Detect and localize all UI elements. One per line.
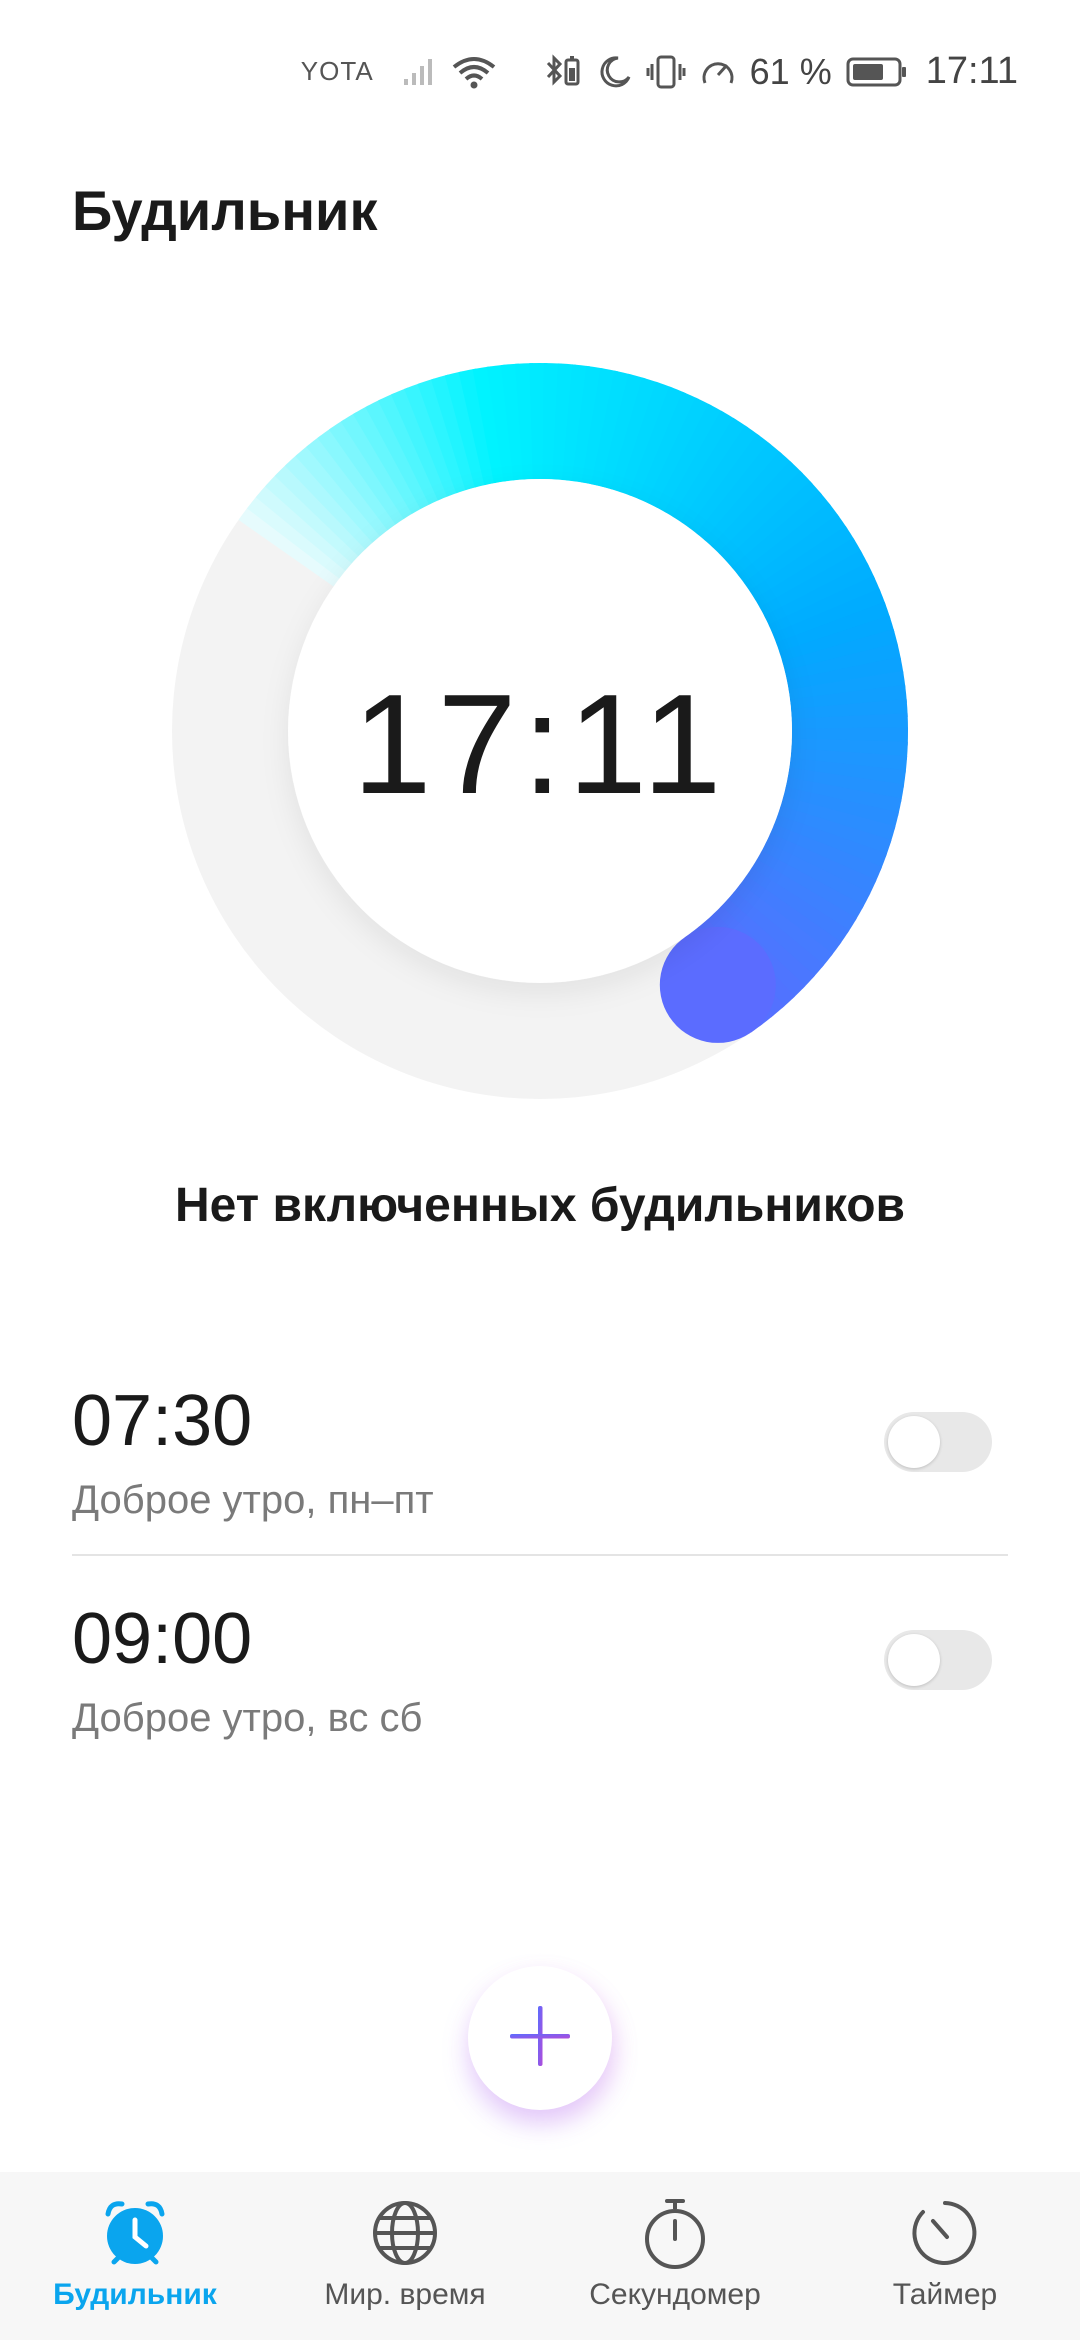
tab-label: Секундомер — [589, 2278, 761, 2311]
alarm-label: Доброе утро, пн–пт — [72, 1478, 434, 1522]
bottom-navigation: Будильник Мир. время Секундомер Таймер — [0, 2172, 1080, 2340]
toggle-knob — [888, 1634, 940, 1686]
tab-world-clock[interactable]: Мир. время — [270, 2172, 540, 2340]
vibrate-icon — [646, 54, 686, 90]
alarm-toggle[interactable] — [884, 1630, 992, 1690]
carrier-name: YOTA — [300, 56, 374, 86]
tab-timer[interactable]: Таймер — [810, 2172, 1080, 2340]
timer-icon — [911, 2196, 979, 2270]
tab-label: Будильник — [53, 2278, 217, 2311]
alarm-item[interactable]: 09:00 Доброе утро, вс сб — [72, 1554, 1008, 1752]
dial-time: 17:11 — [352, 665, 728, 824]
add-alarm-button[interactable] — [468, 1966, 612, 2110]
tab-alarm[interactable]: Будильник — [0, 2172, 270, 2340]
plus-icon — [508, 2004, 572, 2073]
toggle-knob — [888, 1416, 940, 1468]
tab-label: Мир. время — [324, 2278, 486, 2311]
battery-percent: 61 % — [749, 50, 832, 92]
signal-icon — [402, 57, 438, 87]
globe-icon — [371, 2196, 439, 2270]
clock-app-screen: YOTA 61 % 17:11 Будильник 17:11 Нет вклю… — [0, 0, 1080, 2340]
alarm-time: 07:30 — [72, 1381, 253, 1461]
do-not-disturb-icon — [598, 55, 632, 89]
status-bar: YOTA 61 % 17:11 — [301, 50, 1018, 93]
empty-state-message: Нет включенных будильников — [174, 1179, 906, 1232]
alarm-item[interactable]: 07:30 Доброе утро, пн–пт — [72, 1360, 1008, 1554]
alarm-clock-icon — [100, 2196, 170, 2270]
data-saver-icon — [700, 55, 736, 89]
stopwatch-icon — [641, 2196, 709, 2270]
page-title: Будильник — [72, 179, 378, 242]
alarm-label: Доброе утро, вс сб — [72, 1696, 423, 1740]
wifi-icon — [452, 55, 496, 89]
bluetooth-battery-icon — [544, 53, 584, 90]
status-time: 17:11 — [925, 50, 1018, 92]
alarm-time: 09:00 — [72, 1599, 253, 1679]
alarm-list: 07:30 Доброе утро, пн–пт 09:00 Доброе ут… — [72, 1360, 1008, 1752]
battery-icon — [846, 56, 908, 88]
clock-dial: 17:11 — [172, 363, 908, 1099]
alarm-toggle[interactable] — [884, 1412, 992, 1472]
tab-stopwatch[interactable]: Секундомер — [540, 2172, 810, 2340]
dial-arc-end-cap — [659, 926, 776, 1043]
tab-label: Таймер — [892, 2278, 998, 2311]
